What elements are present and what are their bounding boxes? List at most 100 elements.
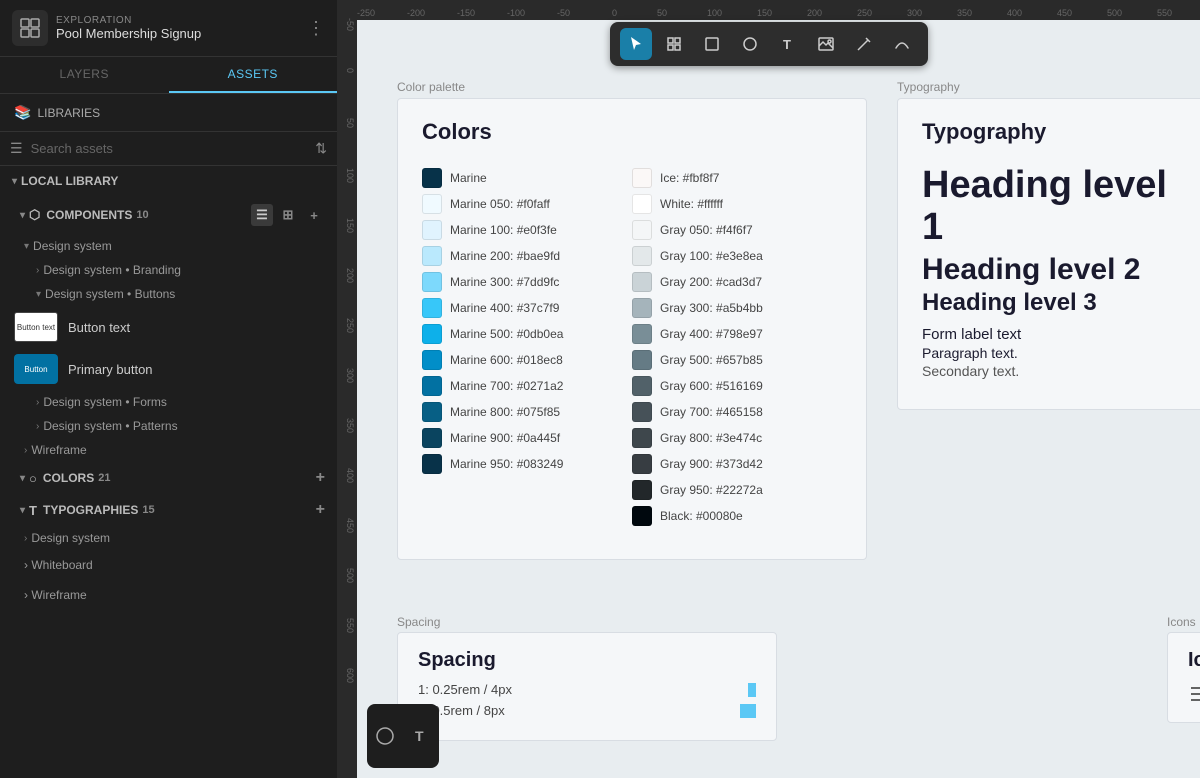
typography-panel-title: Typography xyxy=(922,119,1192,145)
sidebar-header: EXPLORATION Pool Membership Signup ⋮ xyxy=(0,0,337,57)
branding-header[interactable]: › Design system • Branding xyxy=(0,258,337,282)
search-input[interactable] xyxy=(31,141,308,156)
libraries-icon: 📚 xyxy=(14,104,31,121)
white-label: White: #ffffff xyxy=(660,197,723,211)
libraries-button[interactable]: 📚 LIBRARIES xyxy=(0,94,337,132)
form-label-sample: Form label text xyxy=(922,326,1192,343)
gray-700-swatch xyxy=(632,402,652,422)
app-title-group: EXPLORATION Pool Membership Signup xyxy=(56,15,299,41)
frame-tool-button[interactable] xyxy=(658,28,690,60)
marine-700-label: Marine 700: #0271a2 xyxy=(450,379,563,393)
ellipse-tool-button[interactable] xyxy=(734,28,766,60)
hamburger-icon xyxy=(1188,682,1200,706)
local-library-chevron: ▾ xyxy=(12,176,17,187)
icons-panel: Icons xyxy=(1167,632,1200,723)
color-row-black: Black: #00080e xyxy=(632,503,842,529)
add-color-button[interactable]: + xyxy=(316,470,325,486)
menu-icon: ☰ xyxy=(10,140,23,157)
view-icons: ☰ ⊞ + xyxy=(251,204,325,226)
spacing-row-2: 2: 0.5rem / 8px xyxy=(418,703,756,718)
text-bottom-tool[interactable]: T xyxy=(407,722,435,750)
typography-panel: Typography Heading level 1 Heading level… xyxy=(897,98,1200,410)
cursor-tool-button[interactable] xyxy=(620,28,652,60)
whiteboard-item[interactable]: › Whiteboard xyxy=(0,550,337,580)
add-component-icon[interactable]: + xyxy=(303,204,325,226)
marine-600-label: Marine 600: #018ec8 xyxy=(450,353,563,367)
components-header[interactable]: ▾ ⬡ COMPONENTS 10 ☰ ⊞ + xyxy=(0,196,337,234)
white-swatch xyxy=(632,194,652,214)
local-library-header[interactable]: ▾ LOCAL LIBRARY xyxy=(0,166,337,196)
secondary-sample: Secondary text. xyxy=(922,363,1192,379)
icons-grid xyxy=(1188,682,1200,706)
marine-400-label: Marine 400: #37c7f9 xyxy=(450,301,559,315)
wireframe-group-header[interactable]: › Wireframe xyxy=(0,438,337,462)
buttons-header[interactable]: ▾ Design system • Buttons xyxy=(0,282,337,306)
gray-200-label: Gray 200: #cad3d7 xyxy=(660,275,762,289)
gray-950-swatch xyxy=(632,480,652,500)
color-row-marine-500: Marine 500: #0db0ea xyxy=(422,321,632,347)
color-row-white: White: #ffffff xyxy=(632,191,842,217)
gray-600-label: Gray 600: #516169 xyxy=(660,379,763,393)
pen-tool-button[interactable] xyxy=(848,28,880,60)
text-tool-button[interactable]: T xyxy=(772,28,804,60)
black-label: Black: #00080e xyxy=(660,509,743,523)
colors-grid: Marine Marine 050: #f0faff Marine 100: #… xyxy=(422,165,842,529)
colors-icon: ○ xyxy=(29,471,37,486)
gray-050-swatch xyxy=(632,220,652,240)
color-row-gray-800: Gray 800: #3e474c xyxy=(632,425,842,451)
marine-050-label: Marine 050: #f0faff xyxy=(450,197,550,211)
marine-300-swatch xyxy=(422,272,442,292)
heading3-sample: Heading level 3 xyxy=(922,290,1192,316)
marine-800-swatch xyxy=(422,402,442,422)
color-row-gray-200: Gray 200: #cad3d7 xyxy=(632,269,842,295)
forms-header[interactable]: › Design system • Forms xyxy=(0,390,337,414)
marine-700-swatch xyxy=(422,376,442,396)
wireframe-chevron: › xyxy=(24,445,27,456)
icons-panel-title: Icons xyxy=(1188,649,1200,672)
tab-layers[interactable]: LAYERS xyxy=(0,57,169,93)
design-system-header[interactable]: ▾ Design system xyxy=(0,234,337,258)
tab-assets[interactable]: ASSETS xyxy=(169,57,338,93)
path-tool-button[interactable] xyxy=(886,28,918,60)
image-tool-button[interactable] xyxy=(810,28,842,60)
list-view-icon[interactable]: ☰ xyxy=(251,204,273,226)
marine-200-swatch xyxy=(422,246,442,266)
typographies-header[interactable]: ▾ T TYPOGRAPHIES 15 + xyxy=(0,494,337,526)
spacing-title: Spacing xyxy=(418,649,756,672)
marine-400-swatch xyxy=(422,298,442,318)
canvas-area[interactable]: Color palette Typography Colors Marine M… xyxy=(357,20,1200,778)
gray-500-label: Gray 500: #657b85 xyxy=(660,353,763,367)
marine-colors-column: Marine Marine 050: #f0faff Marine 100: #… xyxy=(422,165,632,529)
colors-chevron: ▾ xyxy=(20,473,25,484)
paragraph-sample: Paragraph text. xyxy=(922,345,1192,361)
circle-bottom-tool[interactable] xyxy=(371,722,399,750)
primary-button-item[interactable]: Button Primary button xyxy=(0,348,337,390)
marine-label: Marine xyxy=(450,171,487,185)
branding-chevron: › xyxy=(36,265,39,276)
project-name: Pool Membership Signup xyxy=(56,26,299,41)
color-row-gray-100: Gray 100: #e3e8ea xyxy=(632,243,842,269)
ds-typo-header[interactable]: › Design system xyxy=(0,526,337,550)
color-row-gray-900: Gray 900: #373d42 xyxy=(632,451,842,477)
ds-chevron: ▾ xyxy=(24,241,29,252)
sidebar-menu-icon[interactable]: ⋮ xyxy=(307,18,325,39)
components-chevron: ▾ xyxy=(20,210,25,221)
grid-view-icon[interactable]: ⊞ xyxy=(277,204,299,226)
add-typo-button[interactable]: + xyxy=(316,502,325,518)
components-icon: ⬡ xyxy=(29,207,40,223)
color-row-marine-050: Marine 050: #f0faff xyxy=(422,191,632,217)
colors-header[interactable]: ▾ ○ COLORS 21 + xyxy=(0,462,337,494)
filter-icon[interactable]: ⇅ xyxy=(315,140,327,157)
search-row: ☰ ⇅ xyxy=(0,132,337,166)
rectangle-tool-button[interactable] xyxy=(696,28,728,60)
color-row-marine-950: Marine 950: #083249 xyxy=(422,451,632,477)
patterns-header[interactable]: › Design system • Patterns xyxy=(0,414,337,438)
marine-300-label: Marine 300: #7dd9fc xyxy=(450,275,559,289)
wireframe-item[interactable]: › Wireframe xyxy=(0,580,337,610)
button-text-item[interactable]: Button text Button text xyxy=(0,306,337,348)
marine-200-label: Marine 200: #bae9fd xyxy=(450,249,560,263)
svg-text:T: T xyxy=(415,728,424,744)
gray-300-swatch xyxy=(632,298,652,318)
button-text-preview: Button text xyxy=(14,312,58,342)
color-row-gray-400: Gray 400: #798e97 xyxy=(632,321,842,347)
